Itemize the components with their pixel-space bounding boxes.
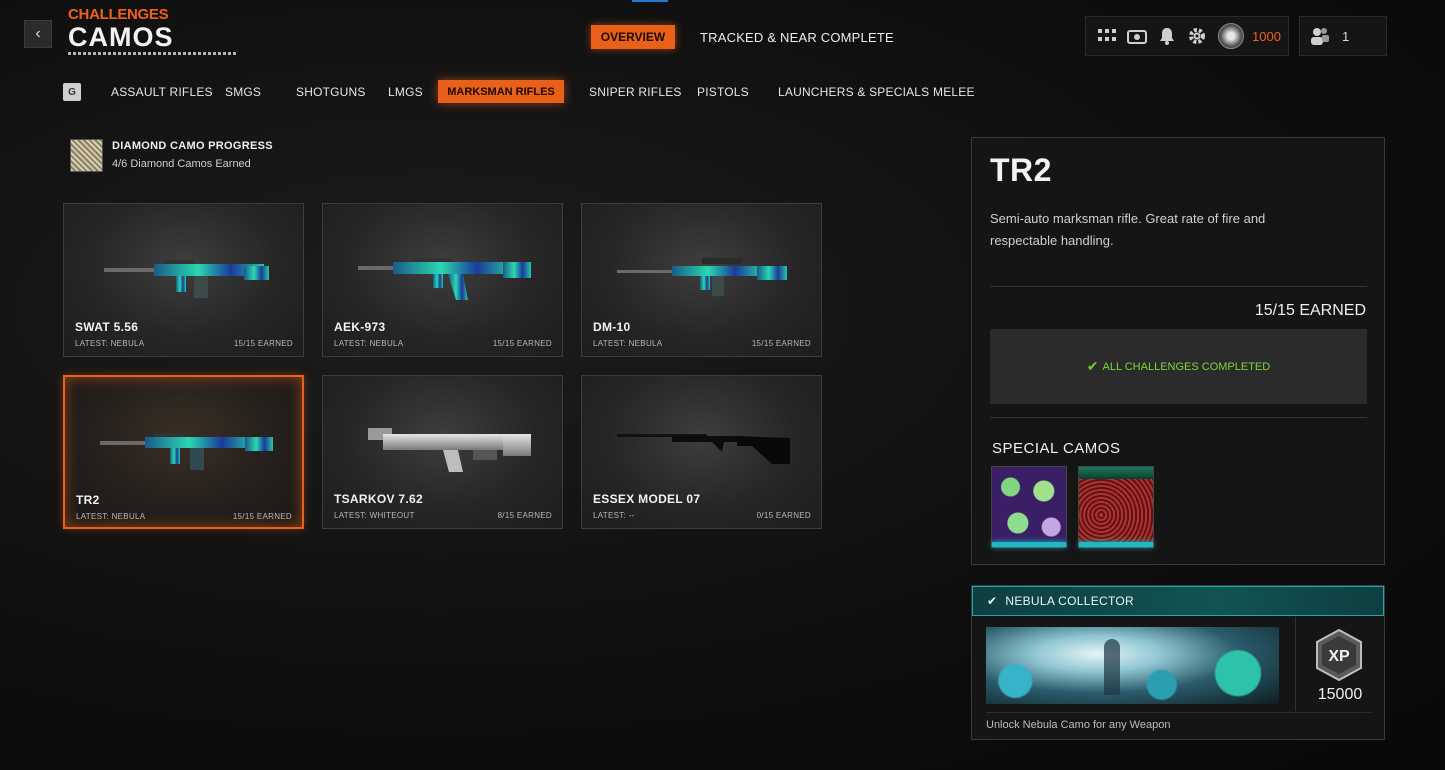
weapon-name: TSARKOV 7.62 [334,492,423,506]
svg-text:XP: XP [1328,648,1350,665]
detail-description: Semi-auto marksman rifle. Great rate of … [990,211,1266,248]
store-icon[interactable] [1122,21,1152,51]
tab-pistols[interactable]: PISTOLS [697,85,749,99]
weapon-earned: 8/15 EARNED [497,511,552,520]
divider [1295,617,1296,711]
breadcrumb: CHALLENGES [68,6,169,23]
credits-value: 1000 [1252,28,1281,44]
check-icon: ✔ [987,594,998,608]
camo-unlocked-bar [1079,542,1153,547]
rifle-image [358,258,531,300]
tab-smgs[interactable]: SMGS [225,85,261,99]
reward-header: ✔ NEBULA COLLECTOR [972,586,1384,616]
diamond-progress-subtitle: 4/6 Diamond Camos Earned [112,158,251,170]
weapon-latest-camo: LATEST: NEBULA [334,339,404,348]
tab-assault-rifles[interactable]: ASSAULT RIFLES [111,85,213,99]
reward-card: ✔ NEBULA COLLECTOR XP 15000 Unlock Nebul… [971,585,1385,740]
detail-earned: 15/15 EARNED [1254,302,1366,319]
reward-image [986,627,1279,704]
reward-description: Unlock Nebula Camo for any Weapon [986,719,1171,731]
status-bar: 1000 [1085,16,1289,56]
tab-sniper-rifles[interactable]: SNIPER RIFLES [589,85,682,99]
divider [986,712,1371,713]
tab-marksman-rifles[interactable]: MARKSMAN RIFLES [438,80,564,103]
party-button[interactable]: 1 [1299,16,1387,56]
weapon-earned: 15/15 EARNED [492,339,552,348]
weapon-detail-panel: TR2 Semi-auto marksman rifle. Great rate… [971,137,1385,565]
weapon-earned: 0/15 EARNED [756,511,811,520]
camo-unlocked-bar [992,542,1066,547]
weapon-earned: 15/15 EARNED [232,512,292,521]
special-camos-title: SPECIAL CAMOS [992,440,1121,457]
top-indicator [632,0,668,2]
xp-value: 15000 [1317,686,1363,703]
weapon-earned: 15/15 EARNED [751,339,811,348]
tab-tracked[interactable]: TRACKED & NEAR COMPLETE [700,30,894,45]
weapon-card-tsarkov[interactable]: TSARKOV 7.62 LATEST: WHITEOUT 8/15 EARNE… [322,375,563,529]
rifle-image [104,260,269,298]
soldier-silhouette [1104,639,1120,695]
diamond-camo-icon [70,139,103,172]
weapon-card-aek[interactable]: AEK-973 LATEST: NEBULA 15/15 EARNED [322,203,563,357]
special-camo-frogs[interactable] [991,466,1067,548]
challenges-complete-banner: ✔ ALL CHALLENGES COMPLETED [990,329,1367,404]
weapon-latest-camo: LATEST: NEBULA [593,339,663,348]
rifle-image [617,258,787,296]
weapon-latest-camo: LATEST: -- [593,511,635,520]
back-button[interactable]: ‹ [24,20,52,48]
weapon-card-tr2[interactable]: TR2 LATEST: NEBULA 15/15 EARNED [63,375,304,529]
avatar[interactable] [1218,23,1244,49]
key-hint-g: G [63,83,81,101]
page-title: CAMOS [68,22,174,52]
party-count: 1 [1342,28,1350,44]
bell-icon[interactable] [1152,21,1182,51]
weapon-earned: 15/15 EARNED [233,339,293,348]
weapon-latest-camo: LATEST: NEBULA [76,512,146,521]
weapon-card-essex[interactable]: ESSEX MODEL 07 LATEST: -- 0/15 EARNED [581,375,822,529]
tab-lmgs[interactable]: LMGS [388,85,423,99]
reward-title: NEBULA COLLECTOR [1005,594,1134,608]
weapon-name: TR2 [76,493,100,507]
title-underline [68,52,238,55]
special-camo-red[interactable] [1078,466,1154,548]
diamond-progress-title: DIAMOND CAMO PROGRESS [112,140,273,152]
weapon-name: ESSEX MODEL 07 [593,492,701,506]
weapon-latest-camo: LATEST: NEBULA [75,339,145,348]
grid-icon[interactable] [1092,21,1122,51]
tab-overview[interactable]: OVERVIEW [591,25,675,49]
challenges-complete-text: ALL CHALLENGES COMPLETED [1102,360,1271,373]
weapon-card-dm10[interactable]: DM-10 LATEST: NEBULA 15/15 EARNED [581,203,822,357]
weapon-name: DM-10 [593,320,631,334]
rifle-image [617,434,790,464]
rifle-image [368,428,531,472]
check-icon: ✔ [1086,358,1099,374]
divider [990,286,1367,287]
tab-launchers-specials[interactable]: LAUNCHERS & SPECIALS [778,85,929,99]
xp-icon: XP [1316,628,1362,682]
party-icon [1311,28,1329,45]
weapon-name: AEK-973 [334,320,386,334]
rifle-image [100,433,273,470]
weapon-name: SWAT 5.56 [75,320,139,334]
chevron-left-icon: ‹ [35,25,41,42]
gear-icon[interactable] [1182,21,1212,51]
tab-shotguns[interactable]: SHOTGUNS [296,85,366,99]
weapon-latest-camo: LATEST: WHITEOUT [334,511,415,520]
detail-weapon-name: TR2 [990,152,1052,188]
divider [990,417,1367,418]
tab-melee[interactable]: MELEE [933,85,975,99]
weapon-card-swat[interactable]: SWAT 5.56 LATEST: NEBULA 15/15 EARNED [63,203,304,357]
